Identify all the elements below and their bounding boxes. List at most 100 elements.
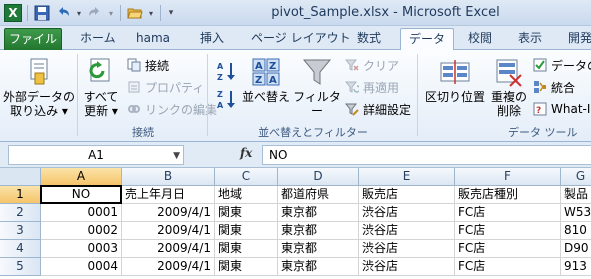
sort-ascending-icon: AZ	[216, 60, 238, 82]
cell-g2[interactable]: W53	[561, 204, 591, 222]
cell-e3[interactable]: 渋谷店	[359, 222, 455, 240]
tab-formulas[interactable]: 数式	[349, 28, 389, 50]
remove-duplicates-button[interactable]: 重複の 削除	[488, 56, 530, 118]
cell-d3[interactable]: 東京都	[278, 222, 359, 240]
tab-hama[interactable]: hama	[128, 28, 178, 50]
cell-b3[interactable]: 2009/4/1	[122, 222, 215, 240]
data-validation-icon	[532, 57, 548, 73]
get-external-data-button[interactable]: 外部データの 取り込み ▾	[2, 56, 76, 118]
sort-button[interactable]: AZZA 並べ替え	[242, 56, 290, 104]
name-box-dropdown-icon[interactable]: ▼	[173, 147, 180, 165]
group-connections: すべて 更新 ▾ 接続 プロパティ リンクの編集 接続	[78, 50, 217, 142]
advanced-filter-label: 詳細設定	[363, 102, 412, 117]
row-header-5[interactable]: 5	[0, 258, 41, 276]
svg-text:?: ?	[536, 106, 541, 116]
cell-f2[interactable]: FC店	[455, 204, 561, 222]
consolidate-icon	[532, 79, 548, 95]
column-header-e[interactable]: E	[359, 168, 455, 186]
tab-page-layout[interactable]: ページ レイアウト	[243, 28, 359, 50]
cell-b1[interactable]: 売上年月日	[122, 186, 215, 204]
cell-d1[interactable]: 都道府県	[278, 186, 359, 204]
refresh-all-button[interactable]: すべて 更新 ▾	[80, 56, 122, 118]
cell-f3[interactable]: FC店	[455, 222, 561, 240]
group-data-tools: 区切り位置 重複の 削除 データの入 統合 ? What-I データ ツ	[418, 50, 591, 142]
text-to-columns-button[interactable]: 区切り位置	[424, 56, 486, 104]
tab-review[interactable]: 校閲	[460, 28, 500, 50]
sort-ascending-button[interactable]: AZ	[216, 60, 238, 82]
insert-function-icon[interactable]: fx	[240, 146, 252, 160]
cell-d4[interactable]: 東京都	[278, 240, 359, 258]
tab-insert[interactable]: 挿入	[192, 28, 232, 50]
name-box[interactable]: A1 ▼	[8, 145, 184, 165]
cell-c1[interactable]: 地域	[215, 186, 278, 204]
column-header-f[interactable]: F	[455, 168, 561, 186]
cell-c5[interactable]: 関東	[215, 258, 278, 276]
column-header-b[interactable]: B	[122, 168, 215, 186]
consolidate-button[interactable]: 統合	[532, 78, 575, 96]
cell-d2[interactable]: 東京都	[278, 204, 359, 222]
worksheet-grid: A B C D E F G 1 2 3 4 5 NO 売上年月日 地域 都道府県 販売店 販売店種別 製品 0001 2…	[0, 168, 591, 279]
row-header-3[interactable]: 3	[0, 222, 41, 240]
group-sort-filter: AZ ZA AZZA 並べ替え フィルター クリア 再適用 詳細設定 並べ替えと…	[208, 50, 418, 142]
cell-g3[interactable]: 810	[561, 222, 591, 240]
filter-button[interactable]: フィルター	[292, 56, 342, 118]
ribbon-tab-row: ファイル ホーム hama 挿入 ページ レイアウト 数式 データ 校閲 表示 …	[0, 26, 591, 51]
cell-e2[interactable]: 渋谷店	[359, 204, 455, 222]
edit-links-icon	[126, 101, 142, 117]
cell-c3[interactable]: 関東	[215, 222, 278, 240]
filter-label: フィルター	[293, 90, 341, 118]
tab-view[interactable]: 表示	[510, 28, 550, 50]
cell-e4[interactable]: 渋谷店	[359, 240, 455, 258]
tab-data[interactable]: データ	[400, 28, 455, 51]
filter-funnel-icon	[301, 56, 333, 88]
advanced-filter-button[interactable]: 詳細設定	[344, 100, 411, 118]
svg-text:A: A	[217, 101, 224, 110]
properties-button[interactable]: プロパティ	[126, 78, 204, 96]
column-header-g[interactable]: G	[561, 168, 591, 186]
select-all-corner[interactable]	[0, 168, 41, 186]
refresh-icon	[85, 56, 117, 88]
cell-g1[interactable]: 製品	[561, 186, 591, 204]
what-if-analysis-button[interactable]: ? What-I	[532, 100, 590, 118]
cell-g5[interactable]: 913	[561, 258, 591, 276]
reapply-button[interactable]: 再適用	[344, 78, 399, 96]
column-header-a[interactable]: A	[41, 168, 122, 186]
cell-f4[interactable]: FC店	[455, 240, 561, 258]
data-validation-button[interactable]: データの入	[532, 56, 591, 74]
cell-b5[interactable]: 2009/4/1	[122, 258, 215, 276]
cell-c4[interactable]: 関東	[215, 240, 278, 258]
cell-b4[interactable]: 2009/4/1	[122, 240, 215, 258]
text-to-columns-icon	[439, 56, 471, 88]
cell-e1[interactable]: 販売店	[359, 186, 455, 204]
tab-home[interactable]: ホーム	[72, 28, 124, 50]
row-header-1[interactable]: 1	[0, 186, 41, 204]
consolidate-label: 統合	[551, 80, 576, 95]
clear-filter-button[interactable]: クリア	[344, 56, 399, 74]
cell-b2[interactable]: 2009/4/1	[122, 204, 215, 222]
tab-file[interactable]: ファイル	[4, 28, 62, 50]
cell-d5[interactable]: 東京都	[278, 258, 359, 276]
excel-window: X ▾ ▾ ▾ ▾ pivot_Sample.xlsx - Microsoft …	[0, 0, 591, 279]
cell-f1[interactable]: 販売店種別	[455, 186, 561, 204]
edit-links-button[interactable]: リンクの編集	[126, 100, 217, 118]
cell-a2[interactable]: 0001	[41, 204, 122, 222]
refresh-all-label-2: 更新 ▾	[84, 104, 118, 118]
row-header-4[interactable]: 4	[0, 240, 41, 258]
cell-a3[interactable]: 0002	[41, 222, 122, 240]
remove-duplicates-label-2: 削除	[496, 104, 521, 118]
row-header-2[interactable]: 2	[0, 204, 41, 222]
cell-f5[interactable]: FC店	[455, 258, 561, 276]
sort-descending-button[interactable]: ZA	[216, 88, 238, 110]
cell-e5[interactable]: 渋谷店	[359, 258, 455, 276]
ribbon: 外部データの 取り込み ▾ すべて 更新 ▾ 接続 プロパティ リンクの編集 接…	[0, 50, 591, 142]
formula-input[interactable]: NO	[262, 145, 591, 165]
cell-c2[interactable]: 関東	[215, 204, 278, 222]
cell-a4[interactable]: 0003	[41, 240, 122, 258]
cell-a5[interactable]: 0004	[41, 258, 122, 276]
tab-developer[interactable]: 開発	[560, 28, 591, 50]
cell-g4[interactable]: D90	[561, 240, 591, 258]
column-header-c[interactable]: C	[215, 168, 278, 186]
formula-bar: A1 ▼ fx NO	[0, 142, 591, 168]
connections-button[interactable]: 接続	[126, 56, 169, 74]
column-header-d[interactable]: D	[278, 168, 359, 186]
